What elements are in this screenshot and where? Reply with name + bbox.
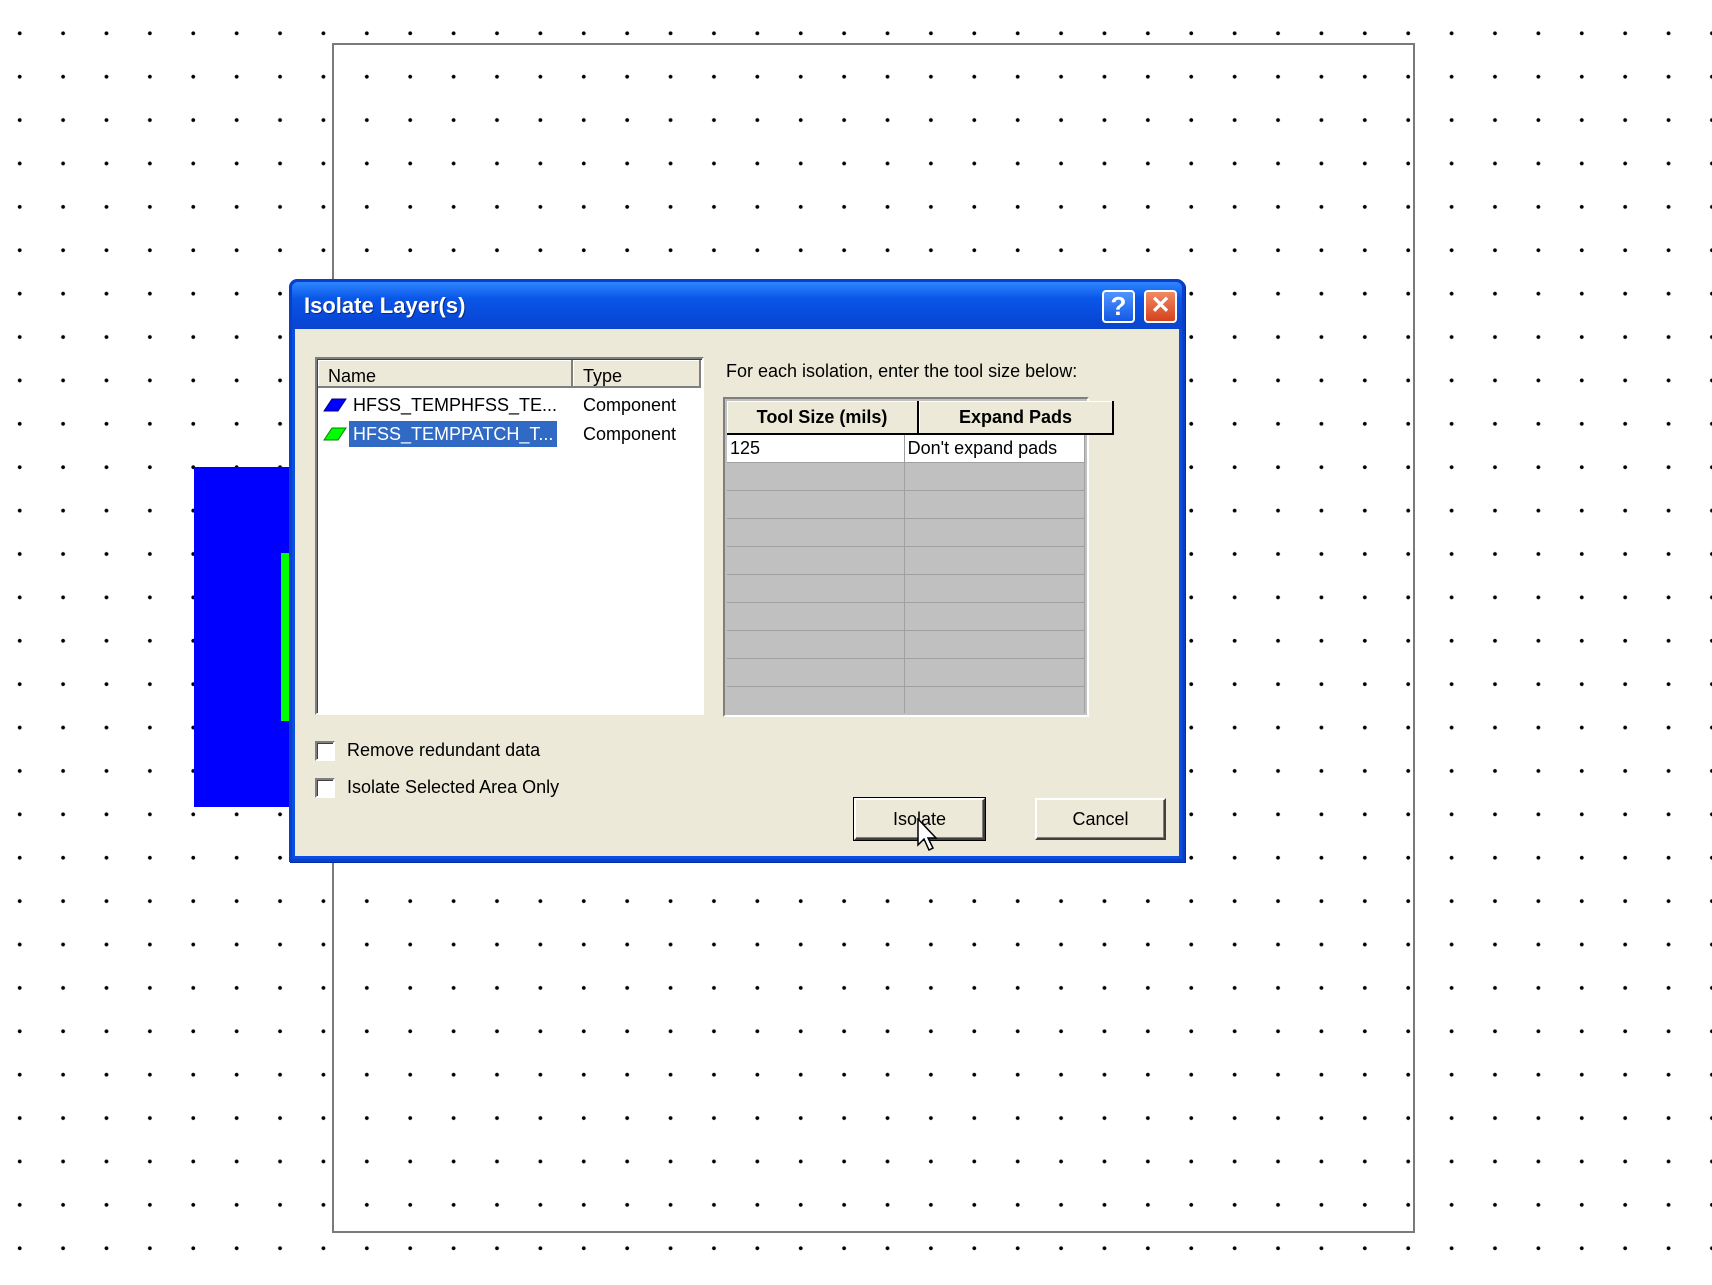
layer-list[interactable]: Name Type HFSS_TEMPHFSS_TE... Component …	[315, 357, 704, 715]
dialog-title: Isolate Layer(s)	[304, 293, 466, 318]
remove-redundant-checkbox[interactable]	[315, 740, 335, 761]
column-header-name[interactable]: Name	[318, 360, 573, 388]
column-header-type[interactable]: Type	[573, 360, 701, 388]
instruction-text: For each isolation, enter the tool size …	[726, 361, 1078, 381]
close-button[interactable]: ✕	[1144, 290, 1177, 323]
remove-redundant-option[interactable]: Remove redundant data	[315, 740, 540, 761]
layer-name: HFSS_TEMPPATCH_T...	[349, 421, 557, 447]
layer-blue-icon	[323, 398, 347, 412]
isolate-selected-checkbox[interactable]	[315, 777, 335, 798]
tool-size-cell[interactable]: 125	[727, 435, 905, 462]
empty-grid-row	[727, 491, 1085, 519]
layer-type: Component	[583, 395, 677, 415]
help-icon: ?	[1110, 291, 1127, 321]
empty-grid-row	[727, 631, 1085, 659]
layer-name: HFSS_TEMPHFSS_TE...	[353, 395, 558, 415]
help-button[interactable]: ?	[1102, 290, 1135, 323]
layer-row[interactable]: HFSS_TEMPHFSS_TE... Component	[319, 391, 700, 419]
tool-grid-row[interactable]: 125 Don't expand pads	[727, 435, 1085, 463]
close-icon: ✕	[1150, 292, 1171, 319]
tool-grid-rows: 125 Don't expand pads	[727, 435, 1085, 713]
isolate-selected-option[interactable]: Isolate Selected Area Only	[315, 777, 559, 798]
empty-grid-row	[727, 547, 1085, 575]
empty-grid-row	[727, 687, 1085, 713]
column-header-tool-size: Tool Size (mils)	[727, 401, 919, 435]
isolate-selected-label: Isolate Selected Area Only	[347, 777, 560, 797]
empty-grid-row	[727, 519, 1085, 547]
empty-grid-row	[727, 659, 1085, 687]
blue-copper-shape	[194, 467, 294, 807]
cancel-button[interactable]: Cancel	[1035, 798, 1166, 840]
empty-grid-row	[727, 603, 1085, 631]
empty-grid-row	[727, 463, 1085, 491]
expand-pads-cell[interactable]: Don't expand pads	[904, 435, 1085, 462]
tool-size-grid[interactable]: Tool Size (mils) Expand Pads 125 Don't e…	[723, 397, 1114, 717]
remove-redundant-label: Remove redundant data	[347, 740, 541, 760]
layer-row-selected[interactable]: HFSS_TEMPPATCH_T... Component	[319, 420, 700, 448]
layer-list-header: Name Type	[318, 360, 701, 388]
dialog-body: Name Type HFSS_TEMPHFSS_TE... Component …	[295, 329, 1179, 856]
mouse-pointer-icon	[917, 818, 938, 852]
layer-type: Component	[583, 424, 677, 444]
layer-green-icon	[323, 427, 347, 441]
isolate-layers-dialog: Isolate Layer(s) ? ✕ Name Type HFSS_TEMP…	[289, 279, 1185, 862]
tool-grid-header: Tool Size (mils) Expand Pads	[727, 401, 1114, 435]
column-header-expand-pads: Expand Pads	[919, 401, 1114, 435]
dialog-titlebar[interactable]: Isolate Layer(s) ? ✕	[292, 282, 1182, 329]
empty-grid-row	[727, 575, 1085, 603]
